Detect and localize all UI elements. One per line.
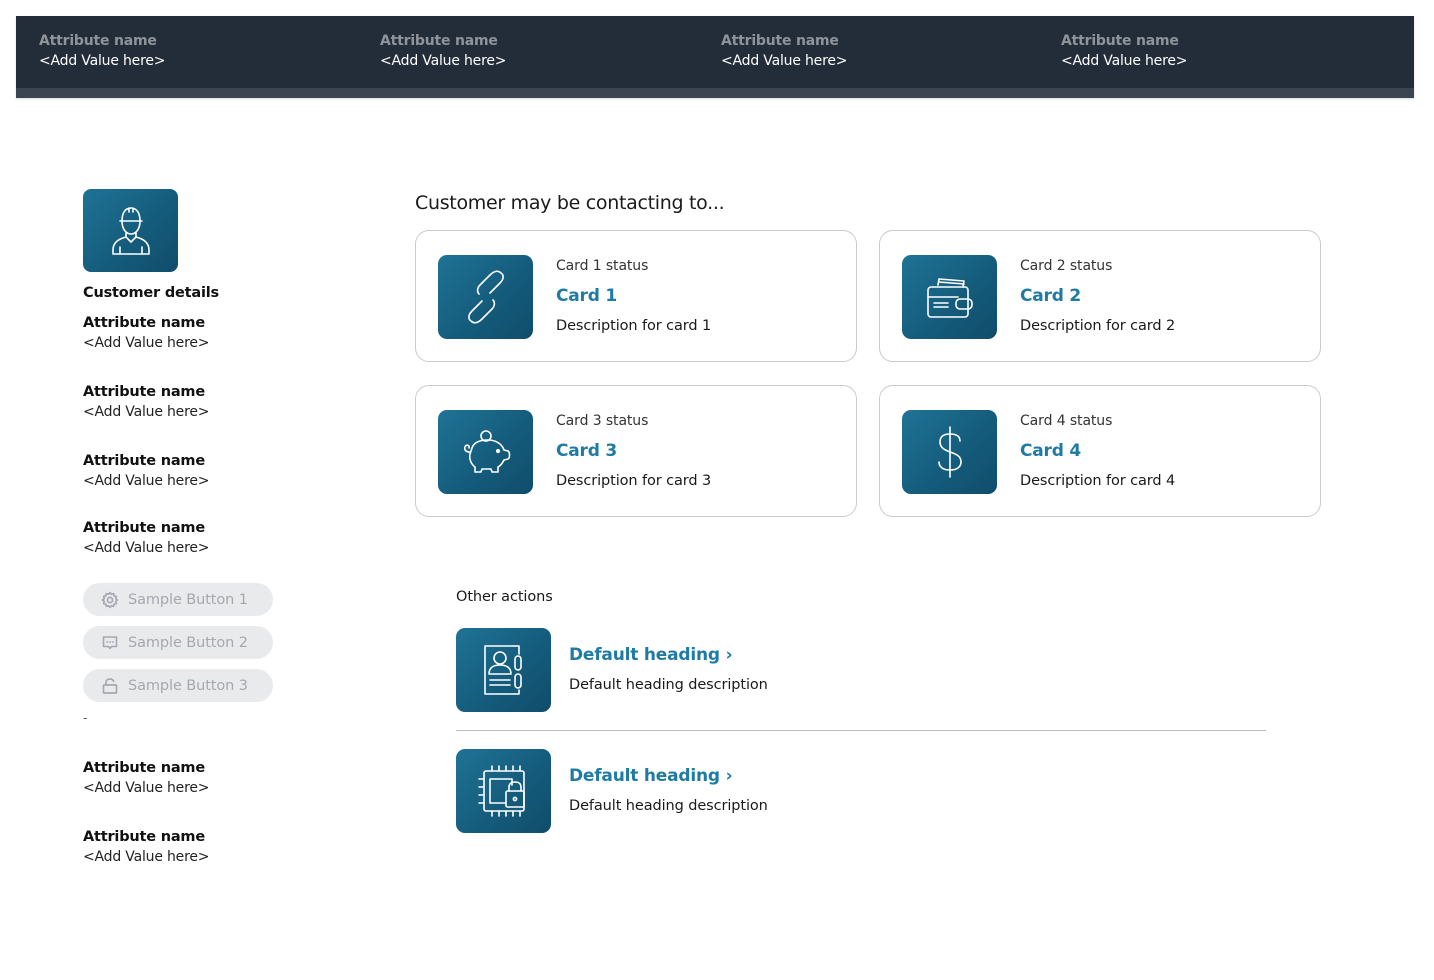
sample-button-label: Sample Button 2 [128, 634, 248, 651]
card-description: Description for card 4 [1020, 473, 1176, 489]
attribute-item: Attribute name <Add Value here> [83, 313, 209, 353]
card-title[interactable]: Card 1 [556, 284, 711, 308]
other-action-item[interactable]: Default heading › Default heading descri… [456, 628, 1266, 712]
gear-icon [101, 591, 119, 609]
attribute-value: <Add Value here> [83, 780, 210, 796]
header-attribute-name: Attribute name [39, 33, 157, 49]
action-icon-tile [456, 628, 551, 712]
header-attribute-4: Attribute name <Add Value here> [1061, 32, 1187, 72]
header-attribute-name: Attribute name [380, 33, 498, 49]
card-icon-tile [438, 410, 533, 494]
section-title: Customer may be contacting to... [415, 192, 725, 214]
action-text: Default heading › Default heading descri… [569, 764, 768, 817]
header-attribute-value: <Add Value here> [39, 53, 166, 69]
contact-book-icon [483, 645, 522, 695]
sample-button-3[interactable]: Sample Button 3 [83, 669, 273, 702]
piggy-bank-icon [463, 430, 510, 473]
card-description: Description for card 2 [1020, 318, 1176, 334]
header-attribute-value: <Add Value here> [721, 53, 848, 69]
card-4[interactable]: Card 4 status Card 4 Description for car… [879, 385, 1321, 517]
attribute-value: <Add Value here> [83, 849, 210, 865]
attribute-value: <Add Value here> [83, 540, 210, 556]
attribute-item: Attribute name <Add Value here> [83, 451, 209, 491]
card-title[interactable]: Card 4 [1020, 439, 1175, 463]
message-icon [101, 634, 119, 652]
sample-button-1[interactable]: Sample Button 1 [83, 583, 273, 616]
card-status: Card 1 status [556, 258, 649, 274]
customer-details-sidebar: Customer details Attribute name <Add Val… [83, 189, 303, 865]
sample-button-2[interactable]: Sample Button 2 [83, 626, 273, 659]
header-attribute-2: Attribute name <Add Value here> [380, 32, 506, 72]
secure-chip-icon [477, 765, 525, 817]
attribute-value: <Add Value here> [83, 473, 210, 489]
header-attribute-value: <Add Value here> [380, 53, 507, 69]
card-status: Card 3 status [556, 413, 649, 429]
card-1[interactable]: Card 1 status Card 1 Description for car… [415, 230, 857, 362]
attribute-name: Attribute name [83, 760, 205, 776]
header-attribute-name: Attribute name [721, 33, 839, 49]
card-title[interactable]: Card 3 [556, 439, 711, 463]
card-title[interactable]: Card 2 [1020, 284, 1175, 308]
attribute-name: Attribute name [83, 453, 205, 469]
card-text: Card 4 status Card 4 Description for car… [1020, 410, 1175, 492]
attribute-name: Attribute name [83, 315, 205, 331]
card-status: Card 2 status [1020, 258, 1113, 274]
header-attribute-name: Attribute name [1061, 33, 1179, 49]
attribute-item: Attribute name <Add Value here> [83, 518, 209, 558]
card-2[interactable]: Card 2 status Card 2 Description for car… [879, 230, 1321, 362]
action-description: Default heading description [569, 677, 768, 693]
card-description: Description for card 1 [556, 318, 712, 334]
card-description: Description for card 3 [556, 473, 712, 489]
unlock-icon [101, 677, 119, 695]
header-bar: Attribute name <Add Value here> Attribut… [16, 16, 1414, 98]
attribute-name: Attribute name [83, 520, 205, 536]
card-icon-tile [902, 255, 997, 339]
sample-button-label: Sample Button 1 [128, 591, 248, 608]
sample-button-label: Sample Button 3 [128, 677, 248, 694]
dollar-icon [937, 426, 962, 478]
avatar [83, 189, 178, 272]
attribute-name: Attribute name [83, 384, 205, 400]
card-text: Card 1 status Card 1 Description for car… [556, 255, 711, 337]
wallet-icon [926, 278, 973, 318]
action-heading-link[interactable]: Default heading › [569, 764, 768, 788]
other-actions-title: Other actions [456, 589, 553, 605]
header-attribute-3: Attribute name <Add Value here> [721, 32, 847, 72]
customer-details-title: Customer details [83, 285, 219, 301]
attribute-item: Attribute name <Add Value here> [83, 382, 209, 422]
card-text: Card 2 status Card 2 Description for car… [1020, 255, 1175, 337]
action-icon-tile [456, 749, 551, 833]
header-attribute-1: Attribute name <Add Value here> [39, 32, 165, 72]
card-status: Card 4 status [1020, 413, 1113, 429]
header-attribute-value: <Add Value here> [1061, 53, 1188, 69]
attribute-name: Attribute name [83, 829, 205, 845]
divider [456, 730, 1266, 731]
attribute-item: Attribute name <Add Value here> [83, 827, 209, 867]
attribute-item: Attribute name <Add Value here> [83, 758, 209, 798]
card-3[interactable]: Card 3 status Card 3 Description for car… [415, 385, 857, 517]
attribute-value: <Add Value here> [83, 335, 210, 351]
card-text: Card 3 status Card 3 Description for car… [556, 410, 711, 492]
card-icon-tile [902, 410, 997, 494]
link-icon [467, 270, 504, 324]
attribute-value: <Add Value here> [83, 404, 210, 420]
separator-text: - [83, 711, 88, 725]
action-text: Default heading › Default heading descri… [569, 643, 768, 696]
worker-person-icon [111, 206, 150, 255]
action-heading-link[interactable]: Default heading › [569, 643, 768, 667]
card-icon-tile [438, 255, 533, 339]
other-action-item[interactable]: Default heading › Default heading descri… [456, 749, 1266, 833]
action-description: Default heading description [569, 798, 768, 814]
